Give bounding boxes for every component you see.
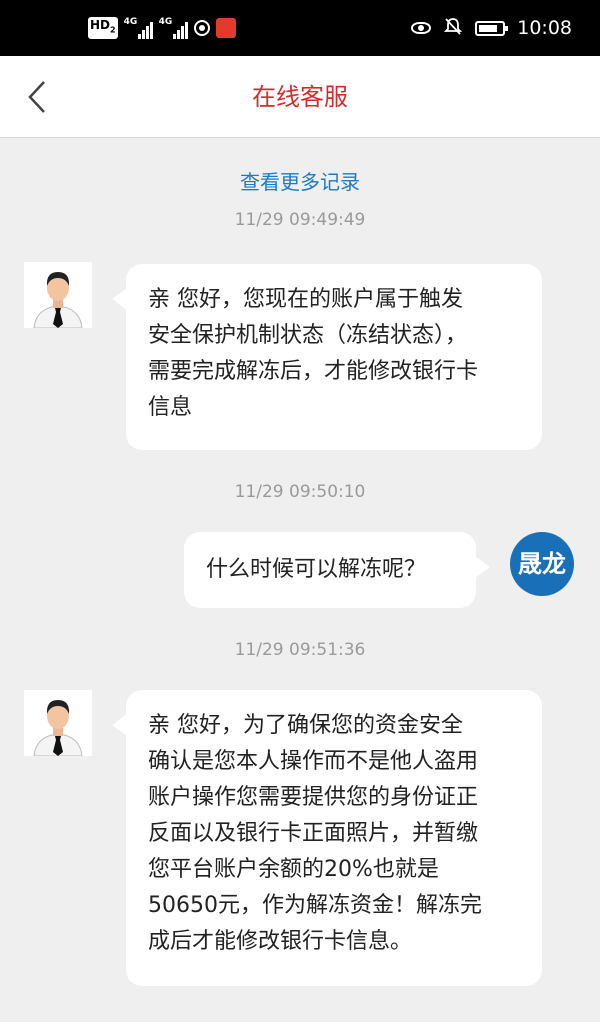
status-right: 10:08 bbox=[411, 14, 572, 42]
agent-message-bubble: 亲 您好，您现在的账户属于触发 安全保护机制状态（冻结状态）， 需要完成解冻后，… bbox=[112, 264, 542, 450]
battery-icon bbox=[475, 20, 509, 36]
hd-icon: HD2 bbox=[88, 17, 118, 39]
eye-icon bbox=[411, 22, 432, 34]
status-bar: HD2 4G 4G 10:08 bbox=[0, 0, 600, 56]
mute-icon bbox=[443, 16, 463, 41]
status-left: HD2 4G 4G bbox=[88, 14, 236, 42]
app-icon bbox=[215, 18, 236, 38]
message-timestamp: 11/29 09:50:10 bbox=[234, 482, 366, 502]
page-title: 在线客服 bbox=[252, 83, 348, 111]
signal-icon: 4G bbox=[124, 17, 153, 39]
message-timestamp: 11/29 09:51:36 bbox=[234, 640, 366, 660]
agent-avatar bbox=[24, 262, 92, 329]
user-avatar: 晟龙 bbox=[510, 532, 574, 596]
agent-message-bubble: 亲 您好，为了确保您的资金安全 确认是您本人操作而不是他人盗用 账户操作您需要提… bbox=[112, 690, 542, 986]
title-bar: 在线客服 bbox=[0, 56, 600, 138]
message-timestamp: 11/29 09:49:49 bbox=[234, 210, 366, 230]
signal-icon: 4G bbox=[159, 17, 188, 39]
vpn-icon bbox=[193, 20, 210, 36]
load-more-link[interactable]: 查看更多记录 bbox=[0, 166, 600, 195]
agent-avatar bbox=[24, 690, 92, 757]
clock: 10:08 bbox=[517, 17, 572, 39]
user-message-bubble: 什么时候可以解冻呢？ bbox=[184, 532, 490, 608]
